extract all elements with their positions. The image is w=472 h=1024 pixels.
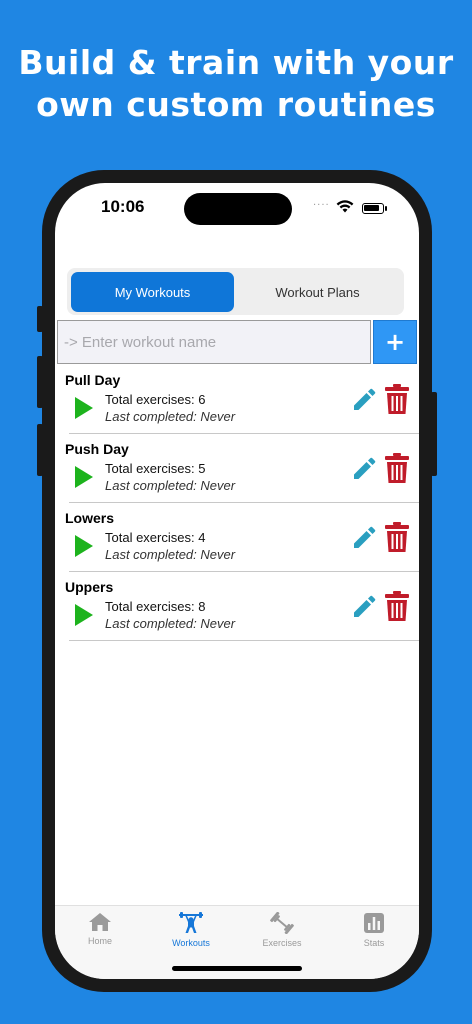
headline-line-1: Build & train with your (18, 43, 454, 82)
headline-line-2: own custom routines (36, 85, 436, 124)
trash-icon[interactable] (385, 384, 409, 414)
pencil-icon[interactable] (351, 387, 377, 413)
status-time: 10:06 (101, 197, 145, 216)
tab-workouts-label: Workouts (172, 938, 210, 948)
workout-item[interactable]: Pull Day Total exercises: 6 Last complet… (55, 365, 419, 434)
play-icon[interactable] (75, 466, 93, 488)
workout-item[interactable]: Uppers Total exercises: 8 Last completed… (55, 572, 419, 641)
workout-item[interactable]: Lowers Total exercises: 4 Last completed… (55, 503, 419, 572)
workout-segmented-control: My Workouts Workout Plans (67, 268, 404, 315)
weightlifter-icon (179, 912, 203, 933)
workout-name: Uppers (65, 579, 114, 595)
tab-workout-plans[interactable]: Workout Plans (235, 272, 400, 312)
last-completed: Last completed: Never (105, 616, 236, 631)
tab-home[interactable]: Home (65, 912, 135, 946)
trash-icon[interactable] (385, 522, 409, 552)
wifi-icon (336, 200, 354, 213)
exercise-count: Total exercises: 5 (105, 461, 206, 476)
dynamic-island (184, 193, 292, 225)
play-icon[interactable] (75, 535, 93, 557)
phone-power-button (431, 392, 437, 476)
workout-name: Pull Day (65, 372, 121, 388)
add-workout-button[interactable]: + (373, 320, 417, 364)
exercise-count: Total exercises: 4 (105, 530, 206, 545)
promo-headline: Build & train with your own custom routi… (0, 42, 472, 126)
trash-icon[interactable] (385, 591, 409, 621)
last-completed: Last completed: Never (105, 409, 236, 424)
tab-my-workouts[interactable]: My Workouts (71, 272, 234, 312)
trash-icon[interactable] (385, 453, 409, 483)
last-completed: Last completed: Never (105, 478, 236, 493)
phone-volume-down-button (37, 424, 43, 476)
bar-chart-icon (364, 913, 384, 933)
exercise-count: Total exercises: 6 (105, 392, 206, 407)
tab-exercises-label: Exercises (262, 938, 302, 948)
tab-stats-label: Stats (363, 938, 385, 948)
pencil-icon[interactable] (351, 525, 377, 551)
play-icon[interactable] (75, 604, 93, 626)
app-screen: 10:06 .... My Workouts Workout Plans + P… (55, 183, 419, 979)
row-divider (69, 639, 419, 641)
phone-volume-up-button (37, 356, 43, 408)
workout-list: Pull Day Total exercises: 6 Last complet… (55, 365, 419, 641)
new-workout-row: + (55, 320, 419, 364)
dumbbell-icon (270, 912, 294, 934)
tab-exercises[interactable]: Exercises (247, 912, 317, 948)
last-completed: Last completed: Never (105, 547, 236, 562)
home-icon (89, 913, 111, 931)
bottom-tab-bar: Home Workouts Exercises Stats (55, 905, 419, 979)
battery-tip (385, 206, 387, 211)
workout-name: Push Day (65, 441, 129, 457)
workout-item[interactable]: Push Day Total exercises: 5 Last complet… (55, 434, 419, 503)
status-bar: 10:06 .... (55, 183, 419, 233)
battery-icon (362, 203, 384, 214)
workout-name: Lowers (65, 510, 115, 526)
pencil-icon[interactable] (351, 456, 377, 482)
workout-name-input[interactable] (57, 320, 371, 364)
tab-home-label: Home (87, 936, 112, 946)
play-icon[interactable] (75, 397, 93, 419)
phone-side-button (37, 306, 43, 332)
tab-stats[interactable]: Stats (339, 912, 409, 948)
signal-dots-icon: .... (313, 197, 330, 208)
pencil-icon[interactable] (351, 594, 377, 620)
tab-workouts[interactable]: Workouts (156, 912, 226, 948)
home-indicator (172, 966, 302, 971)
exercise-count: Total exercises: 8 (105, 599, 206, 614)
